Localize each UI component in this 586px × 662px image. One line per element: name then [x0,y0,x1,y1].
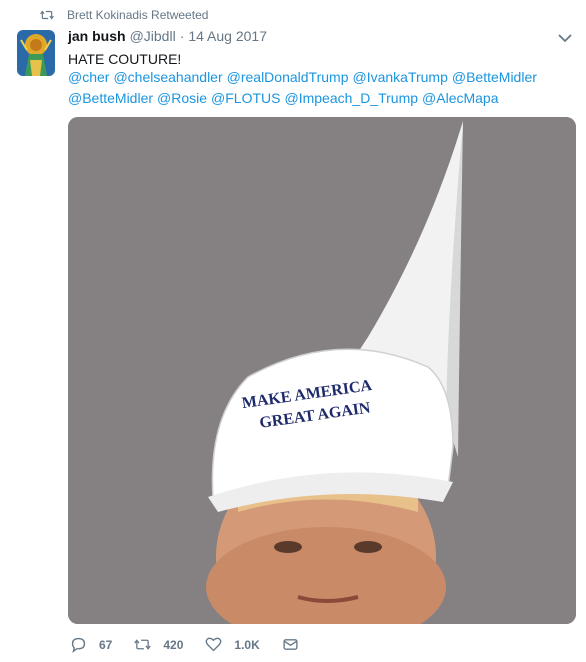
retweet-icon [40,10,54,20]
avatar[interactable] [17,30,55,76]
reply-icon [71,637,86,653]
mention-link[interactable]: @AlecMapa [422,90,498,106]
envelope-icon [283,639,298,650]
tweet-actions: 67 420 1.0K [70,636,333,653]
retweet-button[interactable]: 420 [134,636,183,653]
tweet-date[interactable]: 14 Aug 2017 [188,28,267,44]
mention-link[interactable]: @BetteMidler [68,90,153,106]
chevron-down-icon[interactable] [558,33,572,43]
mention-link[interactable]: @Rosie [157,90,207,106]
reply-button[interactable]: 67 [70,636,112,653]
separator: · [179,28,185,44]
retweet-context[interactable]: Brett Kokinadis Retweeted [40,8,208,22]
mention-link[interactable]: @chelseahandler [113,69,222,85]
direct-message-button[interactable] [282,636,311,653]
mention-link[interactable]: @IvankaTrump [352,69,447,85]
mention-list: @cher @chelseahandler @realDonaldTrump @Iva… [68,67,568,109]
retweet-label: Brett Kokinadis Retweeted [67,8,209,22]
display-name[interactable]: jan bush [68,28,126,44]
mention-link[interactable]: @cher [68,69,109,85]
retweet-count: 420 [163,637,184,652]
retweet-icon [134,639,152,650]
mention-link[interactable]: @realDonaldTrump [227,69,349,85]
mention-link[interactable]: @FLOTUS [211,90,280,106]
heart-icon [205,637,222,652]
tweet-image[interactable]: MAKE AMERICA GREAT AGAIN [68,117,576,624]
mention-link[interactable]: @Impeach_D_Trump [285,90,419,106]
user-handle[interactable]: @Jibdll [130,28,176,44]
like-count: 1.0K [234,637,260,652]
tweet-header: jan bush @Jibdll · 14 Aug 2017 [68,28,546,44]
mention-link[interactable]: @BetteMidler [452,69,537,85]
like-button[interactable]: 1.0K [205,636,260,653]
reply-count: 67 [99,637,113,652]
